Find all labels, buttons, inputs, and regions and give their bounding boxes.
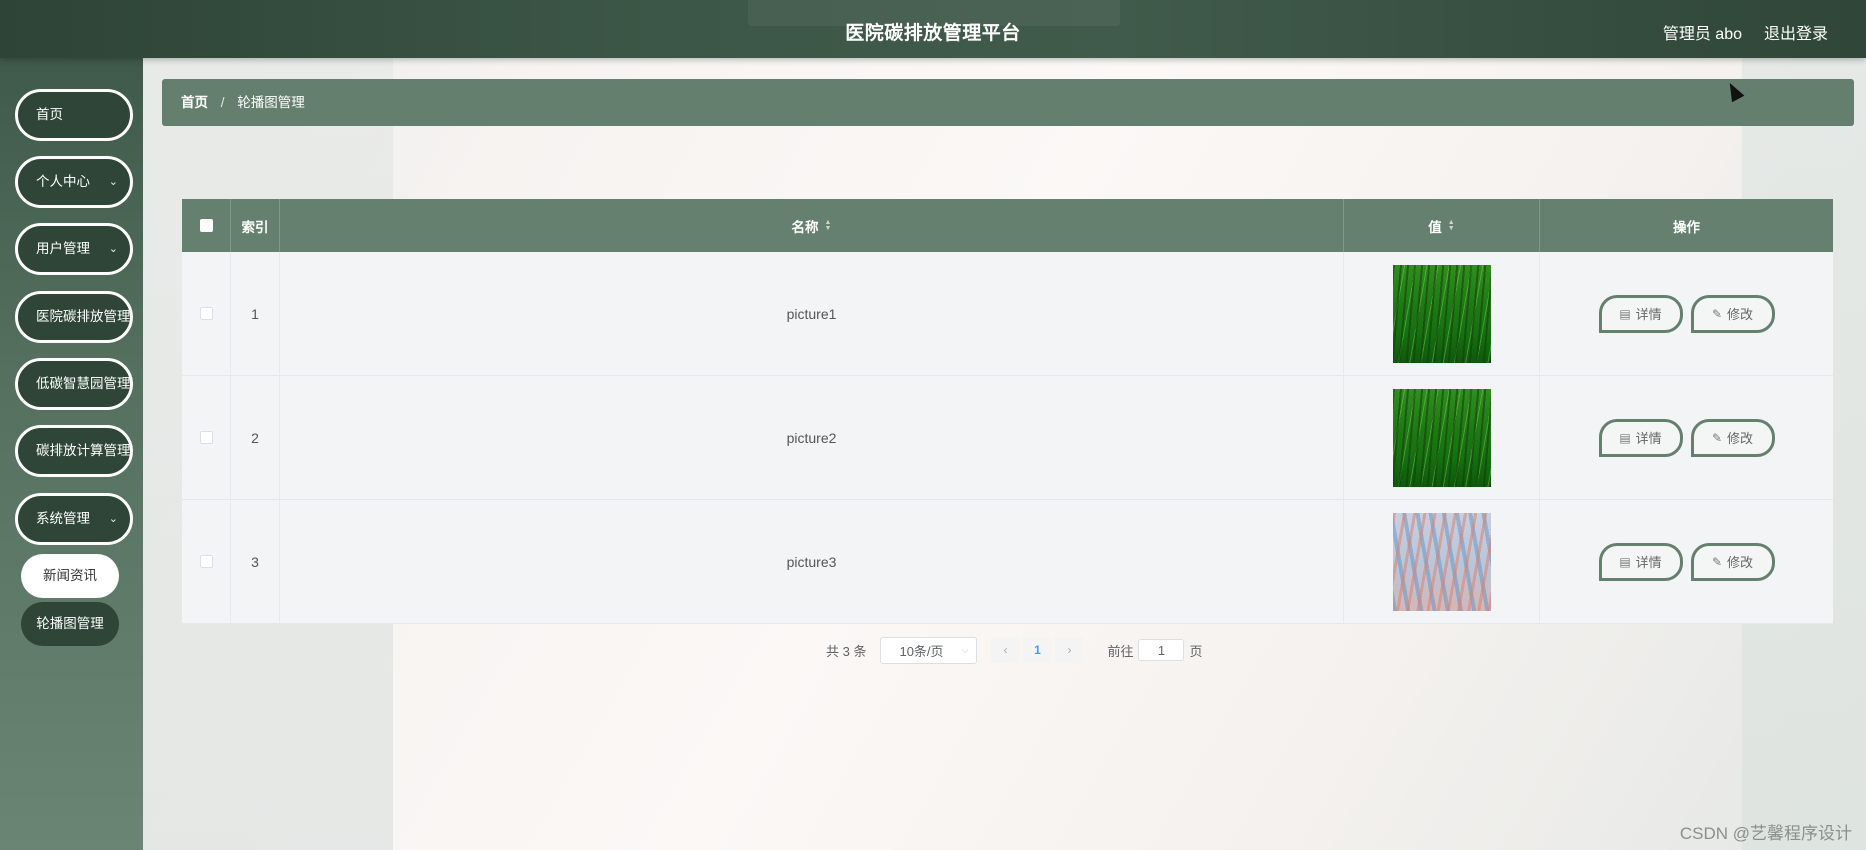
pagination: 共 3 条 10条/页 ⌵ ‹ 1 › 前往 页 [826, 636, 1203, 664]
row-actions: ▤ 详情 ✎ 修改 [1540, 252, 1833, 375]
column-header-value-label: 值 [1428, 219, 1442, 235]
edit-icon: ✎ [1711, 554, 1723, 569]
detail-button-label: 详情 [1635, 431, 1662, 446]
document-icon: ▤ [1619, 554, 1631, 569]
select-all-checkbox[interactable] [199, 219, 213, 232]
goto-suffix: 页 [1189, 643, 1203, 659]
sidebar-item-home[interactable]: 首页 [15, 89, 133, 141]
row-select-cell [182, 376, 231, 499]
table-row: 3 picture3 ▤ 详情 ✎ 修改 [182, 500, 1833, 624]
carousel-table: 索引 名称 ▲ ▼ 值 ▲ ▼ 操作 1 picture1 ▤ 详情 ✎ 修改 2 pi… [182, 199, 1833, 624]
page-size-select[interactable]: 10条/页 ⌵ [880, 636, 978, 664]
chevron-down-icon: ⌄ [108, 176, 118, 188]
chevron-right-icon: › [1067, 643, 1072, 657]
watermark: CSDN @艺馨程序设计 [1679, 824, 1852, 843]
row-checkbox[interactable] [199, 431, 213, 444]
sidebar-item-user-management[interactable]: 用户管理 ⌄ [15, 223, 133, 275]
row-select-cell [182, 252, 231, 375]
goto-prefix: 前往 [1107, 643, 1134, 659]
next-page-button[interactable]: › [1055, 637, 1084, 663]
goto-page-input[interactable] [1138, 639, 1185, 661]
document-icon: ▤ [1619, 430, 1631, 445]
pastel-abstract-thumbnail[interactable] [1392, 512, 1491, 611]
sort-icon[interactable]: ▲ ▼ [825, 219, 832, 232]
sidebar-item-personal-center[interactable]: 个人中心 ⌄ [15, 156, 133, 208]
sidebar-subitem-news[interactable]: 新闻资讯 [21, 554, 119, 598]
breadcrumb-current: 轮播图管理 [237, 95, 305, 110]
page-size-value: 10条/页 [899, 643, 944, 659]
row-checkbox[interactable] [199, 555, 213, 568]
current-user-label: 管理员 abo [1662, 26, 1742, 43]
table-row: 1 picture1 ▤ 详情 ✎ 修改 [182, 252, 1833, 376]
column-header-name-label: 名称 [791, 219, 819, 235]
sidebar-item-label: 首页 [36, 107, 63, 122]
breadcrumb: 首页 / 轮播图管理 [162, 79, 1854, 126]
sidebar-item-system[interactable]: 系统管理 ⌄ [15, 493, 133, 545]
row-index: 1 [231, 252, 280, 375]
sidebar-subitem-carousel[interactable]: 轮播图管理 [21, 602, 119, 646]
sidebar-item-label: 用户管理 [36, 241, 90, 256]
table-header-row: 索引 名称 ▲ ▼ 值 ▲ ▼ 操作 [182, 199, 1833, 252]
row-name: picture1 [280, 252, 1344, 375]
edit-button[interactable]: ✎ 修改 [1690, 294, 1775, 333]
detail-button[interactable]: ▤ 详情 [1598, 418, 1683, 457]
row-checkbox[interactable] [199, 307, 213, 320]
column-header-actions: 操作 [1673, 219, 1700, 235]
row-index: 2 [231, 376, 280, 499]
chevron-left-icon: ‹ [1003, 643, 1008, 657]
column-header-name[interactable]: 名称 ▲ ▼ [280, 199, 1344, 252]
row-name: picture2 [280, 376, 1344, 499]
edit-button-label: 修改 [1727, 307, 1754, 322]
column-header-index: 索引 [231, 199, 280, 252]
breadcrumb-home[interactable]: 首页 [181, 95, 208, 110]
row-value-cell [1344, 252, 1540, 375]
prev-page-button[interactable]: ‹ [991, 637, 1020, 663]
sidebar-item-label: 碳排放计算管理 [36, 443, 131, 458]
page-number-current[interactable]: 1 [1023, 637, 1052, 663]
row-actions: ▤ 详情 ✎ 修改 [1540, 500, 1833, 623]
row-index: 3 [231, 500, 280, 623]
sidebar-item-label: 医院碳排放管理 [36, 309, 131, 324]
select-all-cell [182, 199, 231, 252]
app-title: 医院碳排放管理平台 [845, 23, 1021, 44]
row-value-cell [1344, 376, 1540, 499]
green-grass-thumbnail[interactable] [1392, 264, 1491, 363]
edit-icon: ✎ [1711, 306, 1723, 321]
document-icon: ▤ [1619, 306, 1631, 321]
chevron-down-icon: ⌵ [961, 644, 969, 655]
row-name: picture3 [280, 500, 1344, 623]
sidebar: 首页 个人中心 ⌄ 用户管理 ⌄ 医院碳排放管理 低碳智慧园管理 碳排放计算管理… [0, 58, 143, 850]
detail-button[interactable]: ▤ 详情 [1598, 294, 1683, 333]
chevron-down-icon: ⌄ [108, 513, 118, 525]
table-row: 2 picture2 ▤ 详情 ✎ 修改 [182, 376, 1833, 500]
edit-button[interactable]: ✎ 修改 [1690, 418, 1775, 457]
sidebar-item-carbon-calc[interactable]: 碳排放计算管理 [15, 425, 133, 477]
top-header: 医院碳排放管理平台 管理员 abo 退出登录 [0, 0, 1866, 58]
row-value-cell [1344, 500, 1540, 623]
detail-button-label: 详情 [1635, 555, 1662, 570]
sidebar-item-label: 系统管理 [36, 511, 90, 526]
green-grass-thumbnail[interactable] [1392, 388, 1491, 487]
logout-button[interactable]: 退出登录 [1764, 20, 1828, 44]
chevron-down-icon: ⌄ [108, 243, 118, 255]
pagination-total: 共 3 条 [826, 643, 867, 659]
sidebar-item-label: 低碳智慧园管理 [36, 376, 131, 391]
sidebar-item-low-carbon-park[interactable]: 低碳智慧园管理 [15, 358, 133, 410]
column-header-value[interactable]: 值 ▲ ▼ [1344, 199, 1540, 252]
edit-button-label: 修改 [1727, 431, 1754, 446]
edit-button[interactable]: ✎ 修改 [1690, 542, 1775, 581]
row-select-cell [182, 500, 231, 623]
detail-button-label: 详情 [1635, 307, 1662, 322]
sidebar-item-hospital-carbon[interactable]: 医院碳排放管理 [15, 291, 133, 343]
sort-icon[interactable]: ▲ ▼ [1448, 219, 1455, 232]
breadcrumb-separator: / [220, 95, 225, 110]
sidebar-item-label: 个人中心 [36, 174, 90, 189]
detail-button[interactable]: ▤ 详情 [1598, 542, 1683, 581]
row-actions: ▤ 详情 ✎ 修改 [1540, 376, 1833, 499]
edit-icon: ✎ [1711, 430, 1723, 445]
edit-button-label: 修改 [1727, 555, 1754, 570]
